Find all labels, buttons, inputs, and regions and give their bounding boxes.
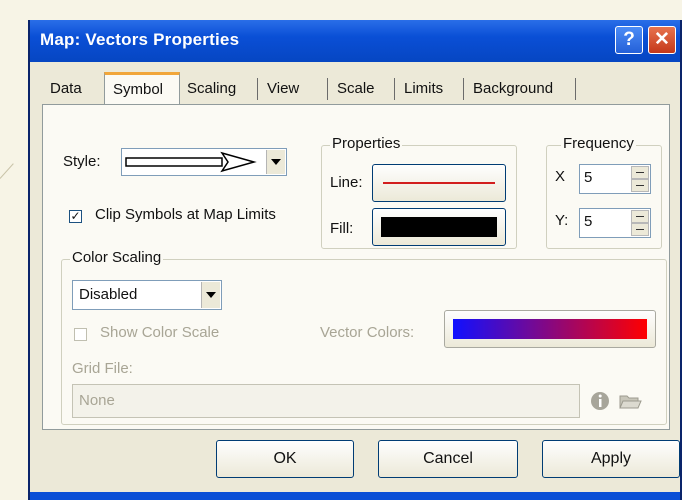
grid-file-input[interactable]: None [72, 384, 580, 418]
mode-dropdown-button[interactable] [201, 282, 220, 308]
vector-colors-button[interactable] [444, 310, 656, 348]
tab-separator [463, 78, 464, 100]
help-button[interactable]: ? [615, 26, 643, 54]
tab-separator [257, 78, 258, 100]
properties-dialog: Map: Vectors Properties ? ✕ Data Symbol … [28, 20, 682, 500]
tab-scaling[interactable]: Scaling [183, 76, 240, 102]
line-color-swatch [383, 182, 495, 184]
color-scaling-group-label: Color Scaling [70, 249, 164, 266]
tab-data[interactable]: Data [46, 76, 86, 102]
frequency-y-label: Y: [555, 212, 569, 229]
dialog-button-bar: OK Cancel Apply [30, 440, 680, 500]
tab-strip: Data Symbol Scaling View Scale Limits Ba… [44, 72, 666, 104]
properties-group: Properties Line: Fill: [321, 135, 517, 249]
color-scaling-group: Color Scaling Disabled Show Color Scale … [61, 249, 667, 425]
chevron-down-icon [206, 292, 216, 298]
vector-colors-label: Vector Colors: [320, 324, 415, 341]
tab-symbol[interactable]: Symbol [104, 72, 180, 104]
fill-style-button[interactable] [372, 208, 506, 246]
style-combo[interactable] [121, 148, 287, 176]
clip-symbols-checkbox[interactable]: ✓ [69, 210, 82, 223]
close-button[interactable]: ✕ [648, 26, 676, 54]
properties-group-label: Properties [330, 135, 403, 152]
clip-symbols-label: Clip Symbols at Map Limits [95, 206, 276, 223]
arrow-symbol-icon [125, 151, 257, 173]
color-scaling-mode-select[interactable]: Disabled [72, 280, 222, 310]
open-folder-icon[interactable] [618, 391, 642, 411]
tab-separator [575, 78, 576, 100]
frequency-y-stepper[interactable]: 5 [579, 208, 651, 238]
frequency-group-label: Frequency [561, 135, 636, 152]
grid-file-label: Grid File: [72, 360, 133, 377]
fill-label: Fill: [330, 220, 354, 237]
line-style-button[interactable] [372, 164, 506, 202]
style-label: Style: [63, 153, 101, 170]
show-color-scale-checkbox[interactable] [74, 328, 87, 341]
chevron-down-icon [271, 159, 281, 165]
cancel-button[interactable]: Cancel [378, 440, 518, 478]
tab-separator [327, 78, 328, 100]
frequency-group: Frequency X 5 Y: 5 [546, 135, 662, 249]
grid-file-value: None [79, 392, 115, 409]
ok-button[interactable]: OK [216, 440, 354, 478]
line-label: Line: [330, 174, 363, 191]
tab-separator [394, 78, 395, 100]
show-color-scale-label: Show Color Scale [100, 324, 220, 341]
color-scaling-mode-value: Disabled [79, 286, 138, 303]
spin-down-button[interactable] [631, 223, 649, 236]
fill-color-swatch [381, 217, 497, 237]
window-title: Map: Vectors Properties [40, 30, 240, 49]
spin-up-button[interactable] [631, 210, 649, 223]
tab-background[interactable]: Background [469, 76, 557, 102]
tab-scale[interactable]: Scale [333, 76, 379, 102]
title-bar[interactable]: Map: Vectors Properties ? ✕ [30, 20, 680, 62]
frequency-x-value: 5 [584, 169, 593, 186]
spin-up-button[interactable] [631, 166, 649, 179]
tab-view[interactable]: View [263, 76, 303, 102]
vector-colors-gradient [453, 319, 647, 339]
background-decoration-line [0, 163, 14, 179]
frequency-x-stepper[interactable]: 5 [579, 164, 651, 194]
symbol-tab-panel: Style: ✓ Clip Symbols at Map Limits Prop… [42, 104, 670, 430]
apply-button[interactable]: Apply [542, 440, 680, 478]
style-dropdown-button[interactable] [266, 150, 285, 174]
frequency-x-label: X [555, 168, 566, 185]
frequency-y-value: 5 [584, 213, 593, 230]
bottom-frame-border [30, 492, 680, 500]
spin-down-button[interactable] [631, 179, 649, 192]
info-icon[interactable] [590, 391, 610, 411]
tab-limits[interactable]: Limits [400, 76, 447, 102]
